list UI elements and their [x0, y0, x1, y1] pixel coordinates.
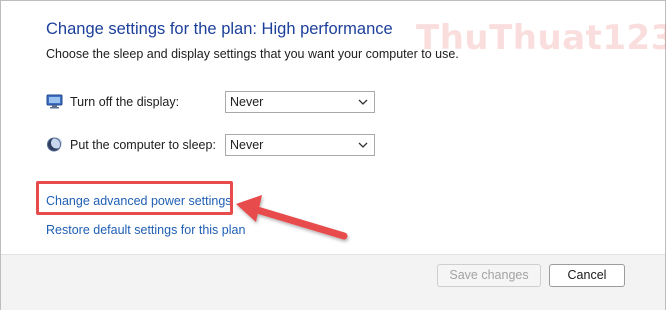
chevron-down-icon — [358, 99, 368, 105]
display-timeout-value: Never — [230, 95, 264, 109]
page-subtitle: Choose the sleep and display settings th… — [46, 47, 459, 61]
chevron-down-icon — [358, 142, 368, 148]
sleep-timeout-select[interactable]: Never — [225, 134, 375, 156]
sleep-timeout-label: Put the computer to sleep: — [70, 138, 216, 152]
highlight-box — [36, 181, 233, 215]
display-timeout-label: Turn off the display: — [70, 95, 180, 109]
pointer-arrow-icon — [236, 195, 348, 240]
page-title: Change settings for the plan: High perfo… — [46, 20, 393, 38]
save-changes-button[interactable]: Save changes — [437, 264, 541, 287]
monitor-icon — [46, 94, 63, 109]
restore-defaults-link[interactable]: Restore default settings for this plan — [46, 223, 245, 237]
sleep-timeout-value: Never — [230, 138, 264, 152]
moon-icon — [47, 137, 62, 152]
cancel-button[interactable]: Cancel — [549, 264, 625, 287]
display-timeout-select[interactable]: Never — [225, 91, 375, 113]
